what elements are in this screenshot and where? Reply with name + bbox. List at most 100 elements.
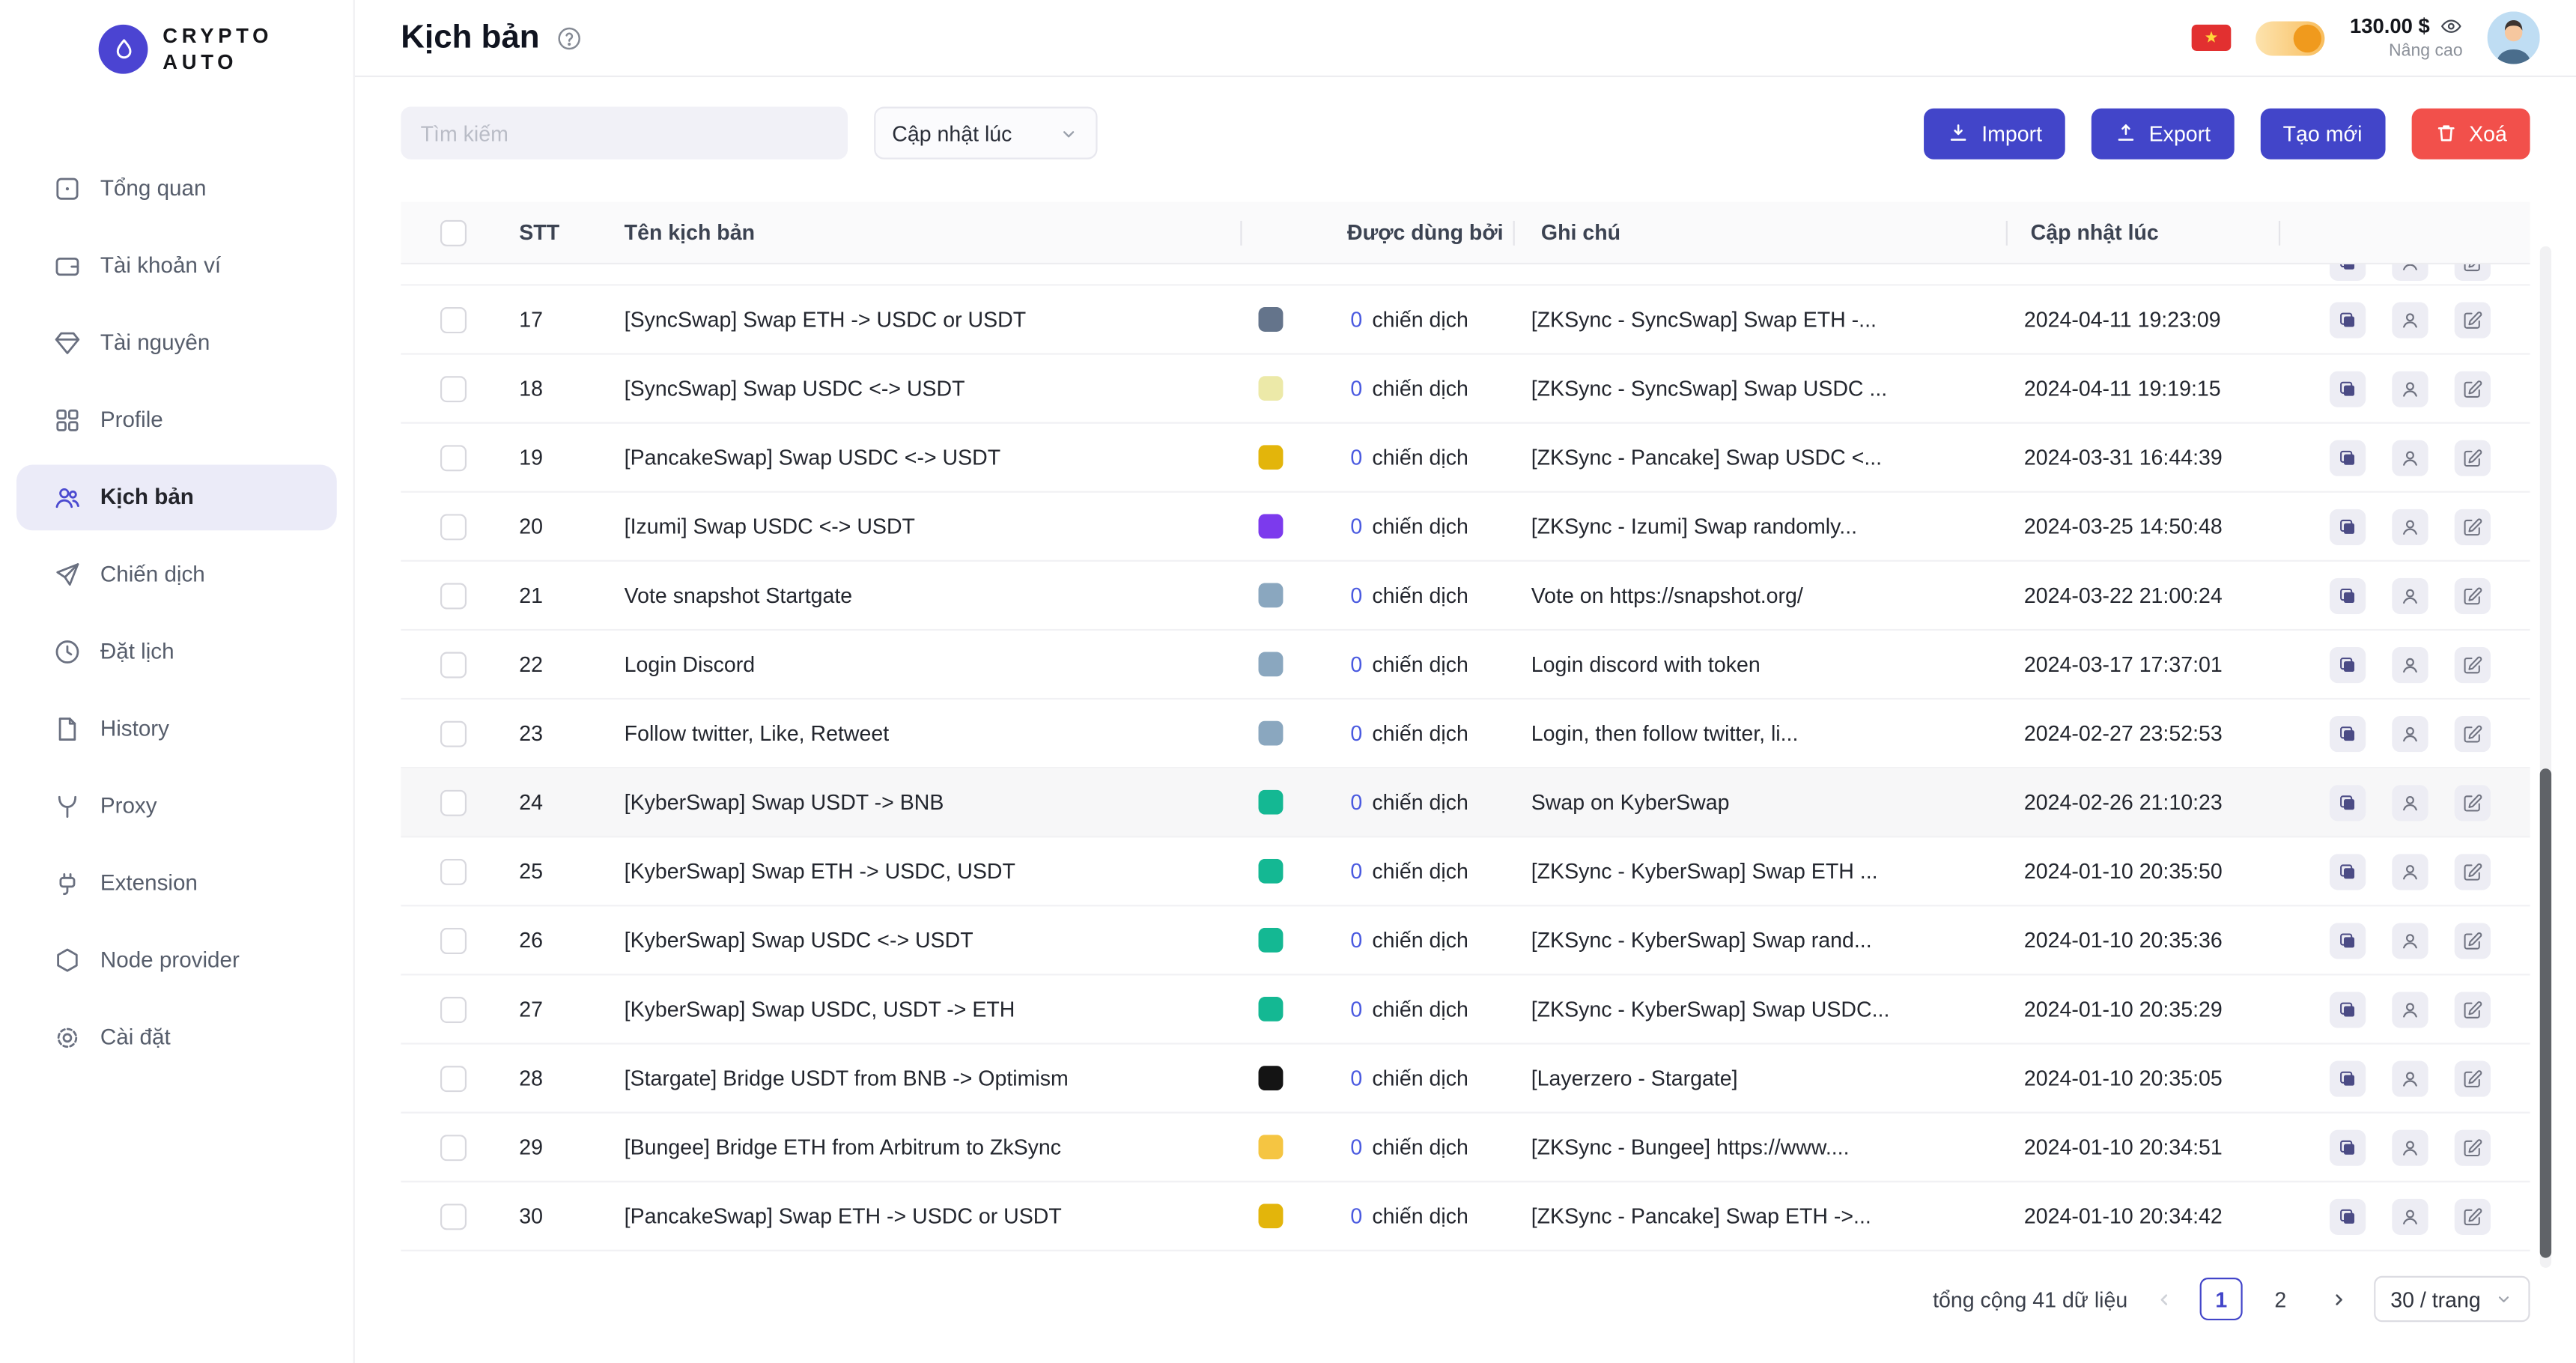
table-row[interactable]: 22 Login Discord 0 chiến dịch Login disc… — [401, 631, 2530, 699]
sidebar-item-kich-ban[interactable]: Kịch bản — [16, 464, 337, 529]
eye-icon[interactable] — [2440, 15, 2463, 38]
assign-user-button[interactable] — [2392, 1129, 2428, 1165]
row-used-count[interactable]: 0 — [1350, 376, 1362, 401]
table-row[interactable]: 27 [KyberSwap] Swap USDC, USDT -> ETH 0 … — [401, 976, 2530, 1045]
copy-button[interactable] — [2330, 646, 2366, 682]
table-row[interactable]: 24 [KyberSwap] Swap USDT -> BNB 0 chiến … — [401, 768, 2530, 837]
edit-button[interactable] — [2455, 715, 2491, 751]
assign-user-button[interactable] — [2392, 646, 2428, 682]
sidebar-item-extension[interactable]: Extension — [16, 850, 337, 916]
edit-button[interactable] — [2455, 784, 2491, 820]
table-row[interactable]: 20 [Izumi] Swap USDC <-> USDT 0 chiến dị… — [401, 493, 2530, 562]
assign-user-button[interactable] — [2392, 301, 2428, 337]
copy-button[interactable] — [2330, 577, 2366, 613]
sidebar-item-tong-quan[interactable]: Tổng quan — [16, 155, 337, 221]
chevron-right-icon[interactable] — [2318, 1279, 2358, 1319]
sidebar-item-cai-dat[interactable]: Cài đặt — [16, 1004, 337, 1070]
row-checkbox[interactable] — [440, 789, 467, 816]
page-button-2[interactable]: 2 — [2259, 1278, 2302, 1320]
edit-button[interactable] — [2455, 440, 2491, 476]
row-checkbox[interactable] — [440, 513, 467, 539]
avatar[interactable] — [2488, 11, 2540, 64]
assign-user-button[interactable] — [2392, 715, 2428, 751]
row-checkbox[interactable] — [440, 444, 467, 470]
row-checkbox[interactable] — [440, 996, 467, 1022]
copy-button[interactable] — [2330, 991, 2366, 1027]
row-used-count[interactable]: 0 — [1350, 790, 1362, 815]
copy-button[interactable] — [2330, 784, 2366, 820]
assign-user-button[interactable] — [2392, 577, 2428, 613]
sidebar-item-tai-khoan-vi[interactable]: Tài khoản ví — [16, 232, 337, 298]
row-checkbox[interactable] — [440, 375, 467, 401]
vietnam-flag-icon[interactable] — [2192, 25, 2232, 51]
row-used-count[interactable]: 0 — [1350, 721, 1362, 746]
copy-button[interactable] — [2330, 715, 2366, 751]
table-row[interactable]: 21 Vote snapshot Startgate 0 chiến dịch … — [401, 562, 2530, 631]
sidebar-item-node-provider[interactable]: Node provider — [16, 927, 337, 993]
row-used-count[interactable]: 0 — [1350, 1135, 1362, 1159]
sort-select[interactable]: Cập nhật lúc — [874, 107, 1097, 160]
row-used-count[interactable]: 0 — [1350, 514, 1362, 538]
sidebar-item-dat-lich[interactable]: Đặt lịch — [16, 619, 337, 684]
sidebar-item-history[interactable]: History — [16, 696, 337, 762]
copy-button[interactable] — [2330, 301, 2366, 337]
table-row[interactable]: 26 [KyberSwap] Swap USDC <-> USDT 0 chiế… — [401, 906, 2530, 975]
row-checkbox[interactable] — [440, 927, 467, 953]
row-checkbox[interactable] — [440, 1065, 467, 1091]
row-used-count[interactable]: 0 — [1350, 583, 1362, 607]
search-input[interactable] — [401, 107, 848, 160]
edit-button[interactable] — [2455, 853, 2491, 889]
delete-button[interactable]: Xoá — [2411, 108, 2530, 159]
copy-button[interactable] — [2330, 853, 2366, 889]
row-checkbox[interactable] — [440, 582, 467, 608]
table-row[interactable]: 30 [PancakeSwap] Swap ETH -> USDC or USD… — [401, 1183, 2530, 1251]
row-used-count[interactable]: 0 — [1350, 445, 1362, 470]
assign-user-button[interactable] — [2392, 509, 2428, 544]
edit-button[interactable] — [2455, 1129, 2491, 1165]
copy-button[interactable] — [2330, 1060, 2366, 1096]
row-checkbox[interactable] — [440, 720, 467, 747]
edit-button[interactable] — [2455, 577, 2491, 613]
sidebar-item-tai-nguyen[interactable]: Tài nguyên — [16, 309, 337, 375]
edit-button[interactable] — [2455, 922, 2491, 958]
assign-user-button[interactable] — [2392, 991, 2428, 1027]
row-used-count[interactable]: 0 — [1350, 307, 1362, 332]
assign-user-button[interactable] — [2392, 440, 2428, 476]
select-all-checkbox[interactable] — [440, 219, 467, 246]
edit-button[interactable] — [2455, 991, 2491, 1027]
edit-button[interactable] — [2455, 509, 2491, 544]
copy-button[interactable] — [2330, 1198, 2366, 1234]
copy-button[interactable] — [2330, 509, 2366, 544]
create-button[interactable]: Tạo mới — [2260, 108, 2385, 159]
edit-button[interactable] — [2455, 301, 2491, 337]
row-checkbox[interactable] — [440, 306, 467, 333]
table-row[interactable]: 28 [Stargate] Bridge USDT from BNB -> Op… — [401, 1045, 2530, 1114]
help-icon[interactable] — [556, 24, 584, 52]
sidebar-item-profile[interactable]: Profile — [16, 386, 337, 452]
table-row[interactable]: 19 [PancakeSwap] Swap USDC <-> USDT 0 ch… — [401, 424, 2530, 493]
table-row[interactable]: 29 [Bungee] Bridge ETH from Arbitrum to … — [401, 1114, 2530, 1183]
copy-button[interactable] — [2330, 922, 2366, 958]
copy-button[interactable] — [2330, 370, 2366, 406]
row-checkbox[interactable] — [440, 651, 467, 677]
table-row[interactable]: 17 [SyncSwap] Swap ETH -> USDC or USDT 0… — [401, 286, 2530, 355]
assign-user-button[interactable] — [2392, 1060, 2428, 1096]
edit-button[interactable] — [2455, 264, 2491, 281]
edit-button[interactable] — [2455, 646, 2491, 682]
row-used-count[interactable]: 0 — [1350, 1066, 1362, 1090]
row-used-count[interactable]: 0 — [1350, 652, 1362, 677]
assign-user-button[interactable] — [2392, 264, 2428, 281]
assign-user-button[interactable] — [2392, 1198, 2428, 1234]
row-checkbox[interactable] — [440, 1134, 467, 1160]
row-used-count[interactable]: 0 — [1350, 928, 1362, 953]
scrollbar-thumb[interactable] — [2540, 768, 2551, 1257]
export-button[interactable]: Export — [2092, 108, 2234, 159]
sidebar-item-chien-dich[interactable]: Chiến dịch — [16, 541, 337, 607]
page-size-select[interactable]: 30 / trang — [2374, 1276, 2530, 1322]
chevron-left-icon[interactable] — [2144, 1279, 2184, 1319]
row-checkbox[interactable] — [440, 1203, 467, 1229]
assign-user-button[interactable] — [2392, 784, 2428, 820]
assign-user-button[interactable] — [2392, 370, 2428, 406]
copy-button[interactable] — [2330, 264, 2366, 281]
page-button-1[interactable]: 1 — [2200, 1278, 2243, 1320]
